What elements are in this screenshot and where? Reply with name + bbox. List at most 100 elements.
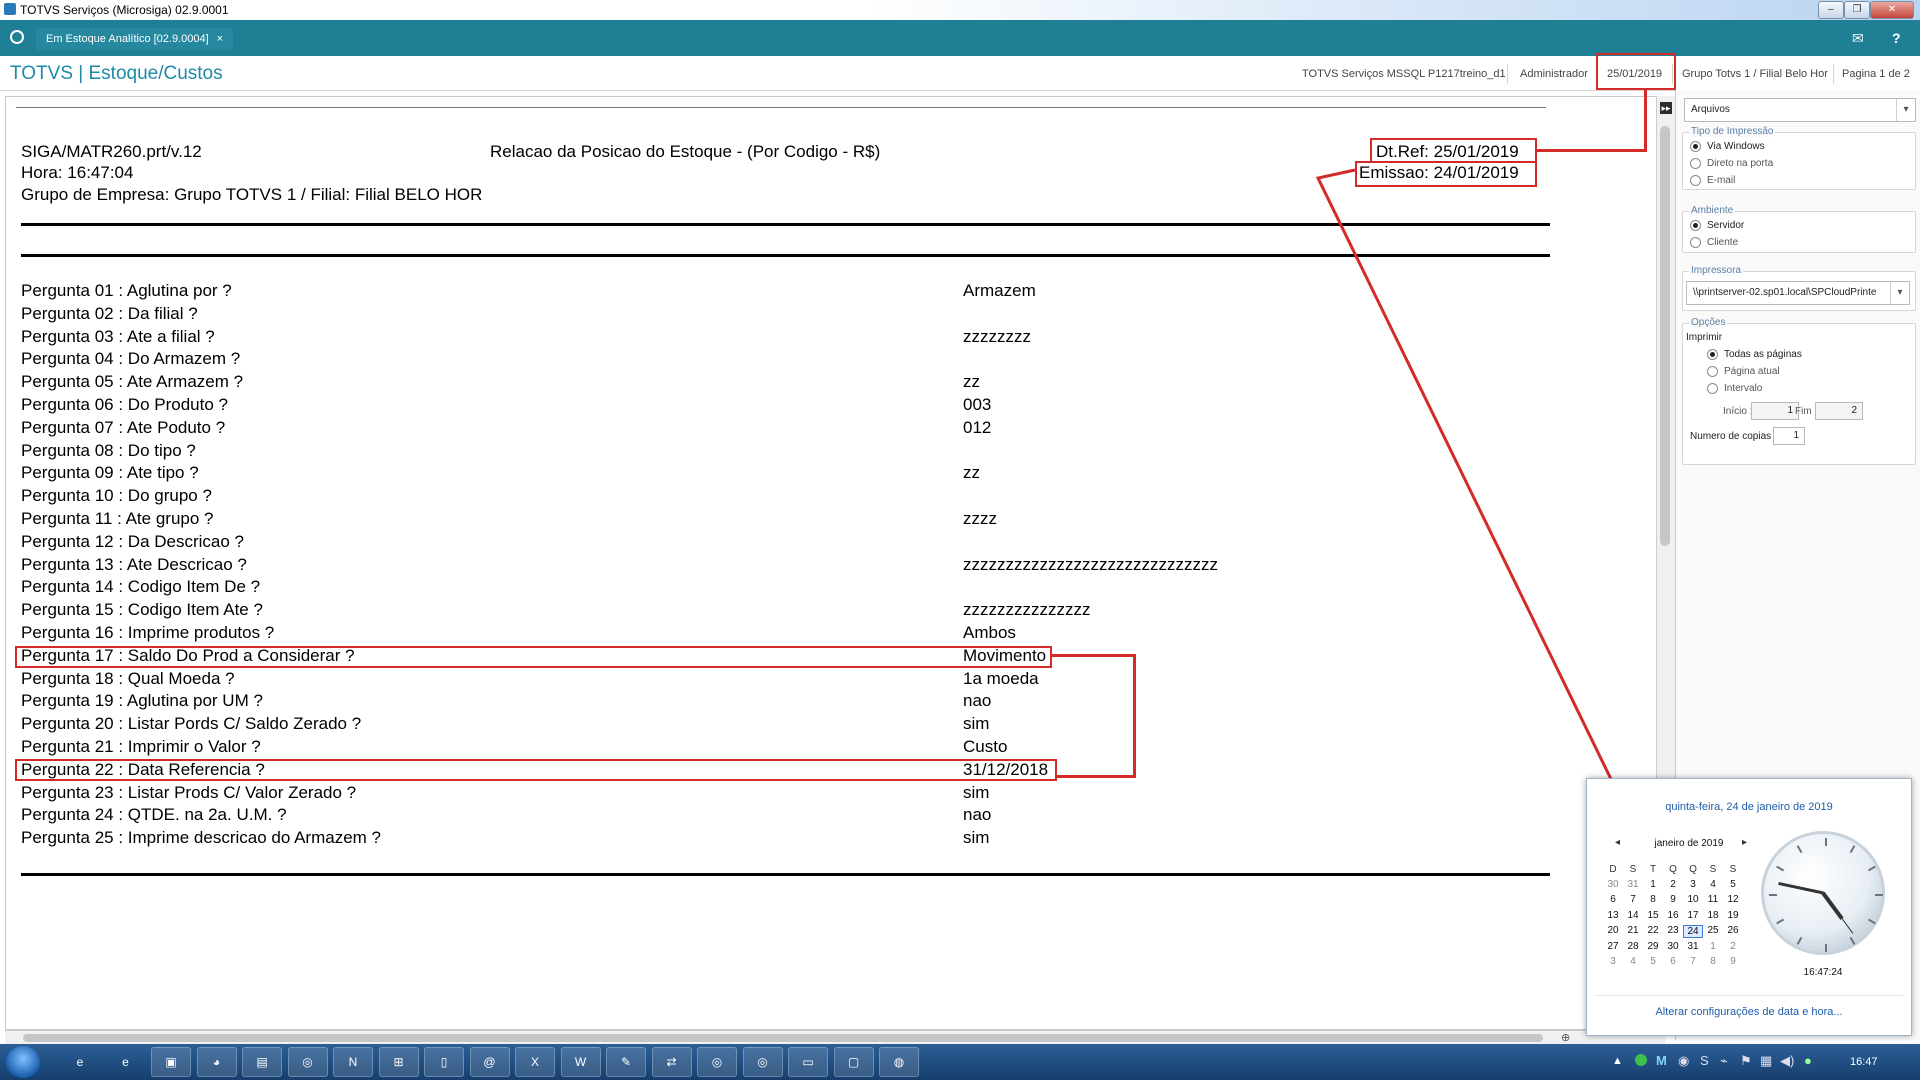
calendar-day[interactable]: 23 (1663, 925, 1683, 936)
calendar-day[interactable]: 9 (1723, 956, 1743, 967)
tray-m-icon[interactable]: M (1656, 1053, 1667, 1068)
excel-icon[interactable]: X (515, 1047, 555, 1077)
calendar-day[interactable]: 1 (1643, 879, 1663, 890)
mail-icon[interactable]: @ (469, 1047, 510, 1077)
calendar-day[interactable]: 19 (1723, 910, 1743, 921)
calendar-day[interactable]: 5 (1643, 956, 1663, 967)
calendar-day[interactable]: 12 (1723, 894, 1743, 905)
tray-status-icon[interactable] (1635, 1054, 1647, 1066)
chrome-icon[interactable]: ◎ (697, 1047, 737, 1077)
totvs-icon[interactable]: ◍ (879, 1047, 919, 1077)
tab-estoque-analitico[interactable]: Em Estoque Analítico [02.9.0004] × (36, 28, 234, 50)
chevron-down-icon[interactable]: ▾ (1890, 282, 1909, 304)
calendar-day[interactable]: 5 (1723, 879, 1743, 890)
tray-skype-icon[interactable]: S (1700, 1053, 1709, 1068)
calendar-day[interactable]: 28 (1623, 941, 1643, 952)
start-page-input[interactable]: 1 (1751, 402, 1799, 420)
minimize-button[interactable]: – (1818, 1, 1844, 19)
calendar-day[interactable]: 21 (1623, 925, 1643, 936)
remote-icon[interactable]: ▭ (788, 1047, 828, 1077)
calendar-day[interactable]: 4 (1703, 879, 1723, 890)
prev-month-icon[interactable]: ◂ (1615, 837, 1620, 848)
taskbar-clock[interactable]: 16:47 (1850, 1056, 1878, 1068)
next-month-icon[interactable]: ▸ (1742, 837, 1747, 848)
calendar-day[interactable]: 25 (1703, 925, 1723, 936)
calendar-day[interactable]: 24 (1683, 925, 1703, 939)
calendar-day[interactable]: 29 (1643, 941, 1663, 952)
radio-email[interactable] (1690, 175, 1701, 186)
calendar-day[interactable]: 7 (1683, 956, 1703, 967)
totvs-logo-icon[interactable] (10, 30, 24, 44)
calendar-day[interactable]: 20 (1603, 925, 1623, 936)
chrome-icon[interactable]: ◎ (287, 1047, 328, 1077)
calendar-day[interactable]: 16 (1663, 910, 1683, 921)
calendar-day[interactable]: 15 (1643, 910, 1663, 921)
notepad-icon[interactable]: ▯ (424, 1047, 464, 1077)
printer-select[interactable]: \\printserver-02.sp01.local\SPCloudPrint… (1686, 281, 1910, 305)
scrollbar-thumb[interactable] (23, 1034, 1543, 1042)
tray-volume-icon[interactable]: ◀) (1780, 1053, 1794, 1069)
tray-update-icon[interactable]: ● (1804, 1053, 1812, 1068)
calendar-day[interactable]: 17 (1683, 910, 1703, 921)
calendar-day[interactable]: 30 (1603, 879, 1623, 890)
start-button[interactable] (6, 1046, 40, 1078)
tray-network-icon[interactable]: ▦ (1760, 1053, 1772, 1069)
radio-via-windows[interactable] (1690, 141, 1701, 152)
calendar-day[interactable]: 11 (1703, 894, 1723, 905)
close-window-button[interactable]: ✕ (1870, 1, 1914, 19)
calendar-day[interactable]: 7 (1623, 894, 1643, 905)
calendar-day[interactable]: 30 (1663, 941, 1683, 952)
calendar-day[interactable]: 2 (1663, 879, 1683, 890)
calendar-day[interactable]: 8 (1643, 894, 1663, 905)
calendar-day[interactable]: 27 (1603, 941, 1623, 952)
ie-icon[interactable]: e (106, 1047, 146, 1077)
calendar-day[interactable]: 26 (1723, 925, 1743, 936)
firefox-icon[interactable]: ◕ (196, 1047, 237, 1077)
calendar-day[interactable]: 8 (1703, 956, 1723, 967)
tab-close-icon[interactable]: × (217, 33, 223, 45)
calendar-day[interactable]: 18 (1703, 910, 1723, 921)
change-date-time-settings-link[interactable]: Alterar configurações de data e hora... (1587, 1006, 1911, 1018)
ie-icon[interactable]: e (60, 1047, 100, 1077)
end-page-input[interactable]: 2 (1815, 402, 1863, 420)
window-icon[interactable]: ▢ (833, 1047, 874, 1077)
calendar-day[interactable]: 13 (1603, 910, 1623, 921)
calendar-day[interactable]: 9 (1663, 894, 1683, 905)
zoom-in-icon[interactable]: ⊕ (1561, 1031, 1570, 1044)
calendar-day[interactable]: 1 (1703, 941, 1723, 952)
mail-icon[interactable]: ✉ (1852, 30, 1864, 47)
word-icon[interactable]: W (560, 1047, 601, 1077)
destination-select[interactable]: Arquivos ▾ (1684, 98, 1916, 122)
full-date-link[interactable]: quinta-feira, 24 de janeiro de 2019 (1587, 801, 1911, 813)
help-icon[interactable]: ? (1892, 30, 1901, 46)
tray-expand-icon[interactable]: ▲ (1612, 1055, 1623, 1067)
radio-cliente[interactable] (1690, 237, 1701, 248)
calendar-day[interactable]: 22 (1643, 925, 1663, 936)
calendar-day[interactable]: 6 (1603, 894, 1623, 905)
radio-pagina-atual[interactable] (1707, 366, 1718, 377)
calendar-day[interactable]: 2 (1723, 941, 1743, 952)
calendar-day[interactable]: 6 (1663, 956, 1683, 967)
report-horizontal-scrollbar[interactable]: ⊕ (5, 1030, 1665, 1045)
copies-input[interactable]: 1 (1773, 427, 1805, 445)
chevron-down-icon[interactable]: ▾ (1896, 99, 1915, 121)
calendar-day[interactable]: 3 (1683, 879, 1703, 890)
tray-usb-icon[interactable]: ⌁ (1720, 1053, 1728, 1069)
calendar-day[interactable]: 31 (1683, 941, 1703, 952)
chat-icon[interactable]: ▣ (151, 1047, 191, 1077)
calendar-day[interactable]: 4 (1623, 956, 1643, 967)
radio-intervalo[interactable] (1707, 383, 1718, 394)
maximize-button[interactable]: ❐ (1844, 1, 1870, 19)
radio-todas-as-paginas[interactable] (1707, 349, 1718, 360)
network-icon[interactable]: ⊞ (378, 1047, 419, 1077)
calendar-month-label[interactable]: janeiro de 2019 (1639, 838, 1739, 849)
radio-direto-na-porta[interactable] (1690, 158, 1701, 169)
calendar-day[interactable]: 31 (1623, 879, 1643, 890)
tray-flag-icon[interactable]: ⚑ (1740, 1053, 1752, 1069)
collapse-panel-icon[interactable]: ▸▸ (1660, 102, 1672, 114)
chrome-icon[interactable]: ◎ (742, 1047, 783, 1077)
tools-icon[interactable]: ✎ (606, 1047, 646, 1077)
onenote-icon[interactable]: N (333, 1047, 373, 1077)
scrollbar-thumb[interactable] (1660, 126, 1670, 546)
calendar-day[interactable]: 10 (1683, 894, 1703, 905)
